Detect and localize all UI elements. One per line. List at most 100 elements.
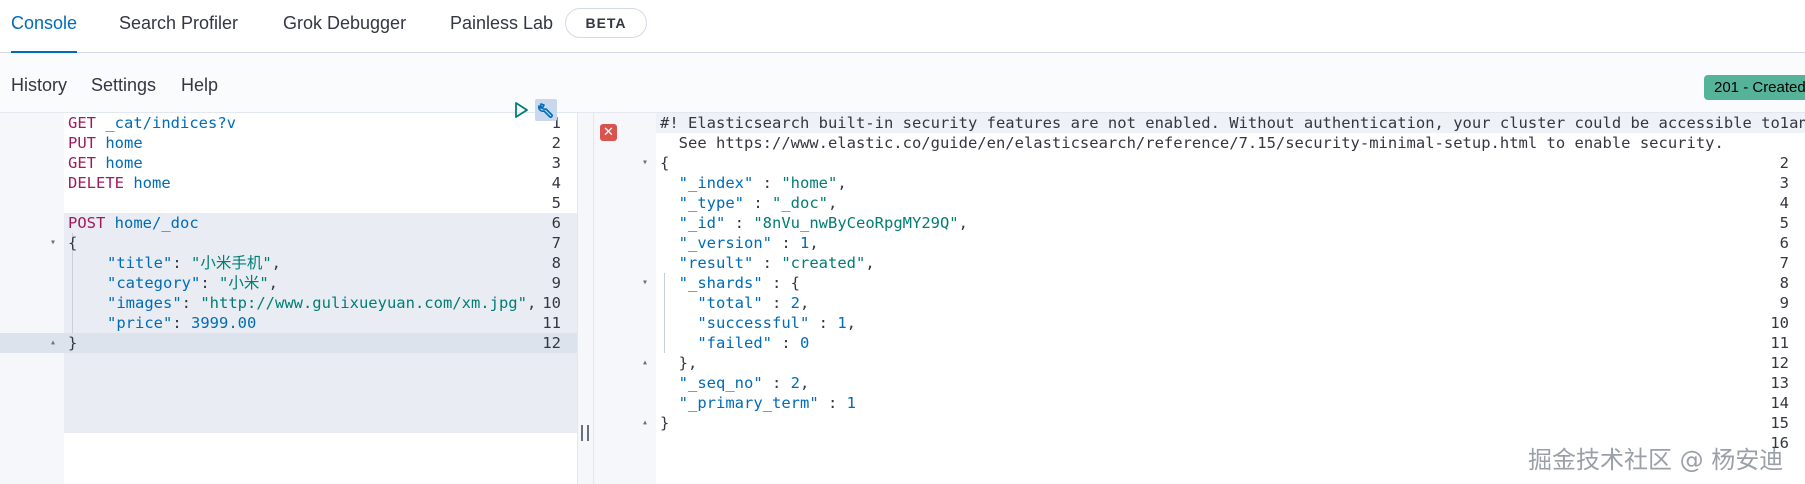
tab-search-profiler[interactable]: Search Profiler — [119, 0, 238, 53]
code-line: "title": "小米手机", — [107, 253, 281, 273]
history-menu-item[interactable]: History — [11, 75, 67, 96]
json-key: "_primary_term" — [678, 394, 819, 412]
status-badge: 201 - Created — [1704, 75, 1805, 100]
code-line: { — [660, 154, 670, 172]
tab-painless-lab[interactable]: Painless Lab — [450, 0, 553, 53]
code-line: "_primary_term" : 1 — [660, 393, 856, 413]
json-key: "_id" — [678, 214, 726, 232]
fold-arrow-icon[interactable]: ▴ — [50, 333, 574, 353]
fold-arrow-icon[interactable]: ▾ — [642, 153, 1802, 173]
line-number: 11 — [1770, 334, 1789, 352]
wrench-icon[interactable] — [535, 99, 557, 121]
line-number: 7 — [1779, 254, 1789, 272]
code-line: "_shards" : { — [660, 273, 800, 293]
json-value: { — [790, 274, 801, 292]
code-line: "successful" : 1, — [660, 313, 856, 333]
json-key: "_index" — [678, 174, 754, 192]
response-editor[interactable]: ✕ 1 2 ▾ 3 4 5 6 7 8 ▾ 9 10 11 12 ▴ 13 14… — [594, 113, 1805, 484]
json-value: "_doc" — [772, 194, 828, 212]
json-sep: : — [762, 274, 791, 292]
help-menu-item[interactable]: Help — [181, 75, 218, 96]
json-key: "_seq_no" — [678, 374, 763, 392]
line-number: 9 — [1779, 294, 1789, 312]
json-end: , — [865, 254, 875, 272]
json-sep: : — [753, 174, 782, 192]
line-number: 9 — [551, 274, 561, 292]
tab-console[interactable]: Console — [11, 0, 78, 54]
http-method: DELETE — [68, 174, 124, 192]
line-number: 2 — [551, 134, 561, 152]
json-end: , — [800, 294, 810, 312]
code-line: "total" : 2, — [660, 293, 809, 313]
code-line: PUT home — [68, 133, 143, 153]
error-icon[interactable]: ✕ — [600, 124, 617, 141]
code-line: "result" : "created", — [660, 253, 875, 273]
code-line: "_id" : "8nVu_nwByCeoRpgMY29Q", — [660, 213, 968, 233]
fold-arrow-icon[interactable]: ▾ — [642, 273, 1802, 293]
code-line: POST home/_doc — [68, 213, 199, 233]
json-sep: : — [172, 254, 191, 272]
resize-handle-icon[interactable] — [581, 425, 589, 441]
json-end: , — [526, 294, 537, 312]
code-line: "category": "小米", — [107, 273, 278, 293]
json-value: "http://www.gulixueyuan.com/xm.jpg" — [200, 294, 527, 312]
code-line: } — [660, 414, 670, 432]
line-number: 4 — [1779, 194, 1789, 212]
json-key: "_type" — [678, 194, 744, 212]
code-line: "_type" : "_doc", — [660, 193, 838, 213]
fold-arrow-icon[interactable]: ▴ — [642, 413, 1802, 433]
line-number: 6 — [551, 214, 561, 232]
top-tabs: Console Search Profiler Grok Debugger Pa… — [0, 0, 1805, 54]
json-sep: : — [181, 294, 201, 312]
http-method: GET — [68, 114, 96, 132]
json-end: , — [271, 254, 282, 272]
beta-badge: BETA — [565, 8, 647, 38]
request-path: home — [96, 134, 143, 152]
code-line: } — [68, 334, 78, 352]
request-gutter — [0, 113, 64, 484]
json-sep: : — [762, 294, 791, 312]
json-value: "home" — [781, 174, 838, 192]
json-key: "total" — [697, 294, 763, 312]
line-number: 5 — [1779, 214, 1789, 232]
line-number: 10 — [1770, 314, 1789, 332]
json-sep: : — [772, 234, 800, 252]
request-editor[interactable]: 1 2 3 4 5 6 7 ▾ 8 9 10 11 12 ▴ GET _cat/… — [0, 113, 577, 484]
json-sep: : — [762, 374, 791, 392]
request-path: home — [96, 154, 143, 172]
json-end: , — [846, 314, 856, 332]
tab-grok-debugger[interactable]: Grok Debugger — [283, 0, 406, 53]
security-warning-line: See https://www.elastic.co/guide/en/elas… — [660, 134, 1724, 152]
code-line: "failed" : 0 — [660, 333, 809, 353]
json-end: , — [809, 234, 819, 252]
line-number: 3 — [551, 154, 561, 172]
json-value: "created" — [781, 254, 866, 272]
fold-arrow-icon[interactable]: ▾ — [50, 233, 574, 253]
code-line: "_version" : 1, — [660, 233, 819, 253]
json-value: 1 — [800, 234, 810, 252]
fold-arrow-icon[interactable]: ▴ — [642, 353, 1802, 373]
play-icon[interactable] — [512, 101, 530, 119]
json-end: , — [800, 374, 810, 392]
json-sep: : — [744, 194, 772, 212]
line-number: 6 — [1779, 234, 1789, 252]
code-line: "_index" : "home", — [660, 173, 847, 193]
settings-menu-item[interactable]: Settings — [91, 75, 156, 96]
code-line: DELETE home — [68, 173, 171, 193]
json-value: 3999.00 — [191, 314, 257, 332]
code-line: "price": 3999.00 — [107, 313, 256, 333]
code-line: }, — [660, 354, 698, 372]
json-end: , — [958, 214, 968, 232]
http-method: GET — [68, 154, 96, 172]
line-number: 4 — [551, 174, 561, 192]
json-sep: : — [753, 254, 782, 272]
json-key: "successful" — [697, 314, 810, 332]
security-warning-line: #! Elasticsearch built-in security featu… — [660, 114, 1805, 132]
json-key: "images" — [107, 294, 182, 312]
json-value: 0 — [799, 334, 810, 352]
